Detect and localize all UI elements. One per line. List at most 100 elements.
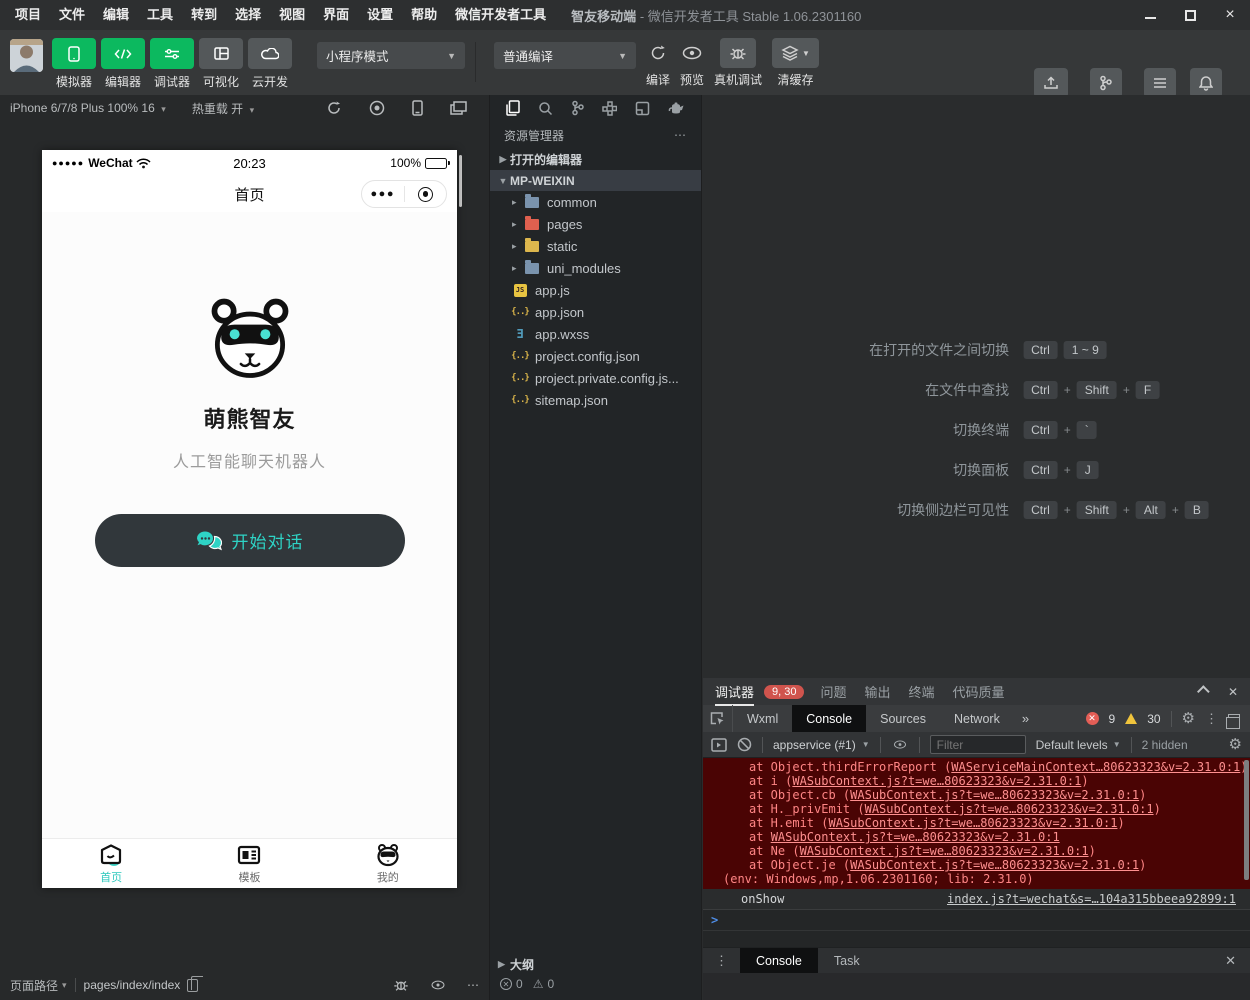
device-select[interactable]: iPhone 6/7/8 Plus 100% 16 ▾ bbox=[10, 101, 166, 115]
mode-select[interactable]: 小程序模式 ▼ bbox=[317, 42, 465, 69]
source-link[interactable]: WASubContext.js?t=we…80623323&v=2.31.0:1 bbox=[865, 802, 1154, 816]
tab-mine[interactable]: 我的 bbox=[319, 839, 457, 888]
settings-gear-icon[interactable]: ⚙ bbox=[1182, 711, 1195, 726]
clear-cache-button[interactable]: ▼ 清缓存 bbox=[772, 30, 819, 88]
tab-problems[interactable]: 问题 bbox=[820, 682, 846, 701]
visualization-toggle-button[interactable]: 可视化 bbox=[197, 38, 245, 90]
debugger-toggle-button[interactable]: 调试器 bbox=[148, 38, 196, 90]
top-frame-icon[interactable] bbox=[711, 738, 727, 752]
tree-item[interactable]: ▸ pages bbox=[490, 213, 701, 235]
maximize-button[interactable] bbox=[1170, 0, 1210, 30]
console-settings-icon[interactable]: ⚙ bbox=[1229, 737, 1242, 752]
menu-item[interactable]: 帮助 bbox=[402, 0, 446, 30]
more-menu-button[interactable]: ●●● bbox=[362, 188, 404, 200]
menu-item[interactable]: 界面 bbox=[314, 0, 358, 30]
tab-console[interactable]: Console bbox=[792, 705, 866, 732]
tab-sources[interactable]: Sources bbox=[866, 705, 940, 732]
multi-window-icon[interactable] bbox=[450, 101, 467, 115]
source-link[interactable]: WASubContext.js?t=we…80623323&v=2.31.0:1 bbox=[850, 788, 1139, 802]
extensions-icon[interactable] bbox=[602, 101, 617, 116]
tree-item[interactable]: {..} sitemap.json bbox=[490, 389, 701, 411]
tab-template[interactable]: 模板 bbox=[180, 839, 318, 888]
menu-item[interactable]: 编辑 bbox=[94, 0, 138, 30]
undock-icon[interactable] bbox=[1228, 714, 1240, 724]
drawer-tab-console[interactable]: Console bbox=[740, 948, 818, 973]
tab-network[interactable]: Network bbox=[940, 705, 1014, 732]
simulator-scrollbar[interactable] bbox=[459, 155, 462, 207]
execution-context-select[interactable]: appservice (#1) ▼ bbox=[773, 738, 870, 752]
menu-item[interactable]: 工具 bbox=[138, 0, 182, 30]
menu-item[interactable]: 选择 bbox=[226, 0, 270, 30]
tab-terminal[interactable]: 终端 bbox=[909, 682, 935, 701]
record-icon[interactable] bbox=[369, 100, 385, 116]
menu-item[interactable]: 设置 bbox=[358, 0, 402, 30]
simulator-toggle-button[interactable]: 模拟器 bbox=[50, 38, 98, 90]
source-link[interactable]: WASubContext.js?t=we…80623323&v=2.31.0:1 bbox=[800, 844, 1089, 858]
tab-wxml[interactable]: Wxml bbox=[733, 705, 792, 732]
device-debug-button[interactable]: 真机调试 bbox=[714, 30, 762, 88]
eye-icon[interactable] bbox=[429, 978, 447, 992]
snippets-icon[interactable] bbox=[635, 101, 650, 116]
tree-item[interactable]: ▸ common bbox=[490, 191, 701, 213]
source-link[interactable]: WASubContext.js?t=we…80623323&v=2.31.0:1 bbox=[850, 858, 1139, 872]
compile-mode-select[interactable]: 普通编译 ▼ bbox=[494, 42, 636, 69]
search-icon[interactable] bbox=[538, 101, 553, 116]
console-prompt[interactable]: > bbox=[703, 910, 1250, 931]
teapot-icon[interactable] bbox=[668, 102, 685, 115]
hot-reload-toggle[interactable]: 热重载 开 ▾ bbox=[192, 100, 254, 117]
menu-item[interactable]: 转到 bbox=[182, 0, 226, 30]
warning-count-icon[interactable] bbox=[1125, 713, 1137, 724]
inspect-element-icon[interactable] bbox=[703, 705, 733, 732]
device-frame-icon[interactable] bbox=[412, 100, 423, 116]
kebab-menu-icon[interactable]: ⋮ bbox=[1205, 711, 1218, 727]
avatar[interactable] bbox=[10, 39, 43, 72]
rotate-icon[interactable] bbox=[326, 100, 342, 116]
more-tabs-icon[interactable]: » bbox=[1014, 711, 1037, 726]
kebab-menu-icon[interactable]: ⋮ bbox=[703, 953, 740, 969]
tree-item[interactable]: {..} app.json bbox=[490, 301, 701, 323]
log-levels-select[interactable]: Default levels ▼ bbox=[1036, 738, 1121, 752]
files-icon[interactable] bbox=[506, 100, 520, 116]
tree-item[interactable]: {..} project.private.config.js... bbox=[490, 367, 701, 389]
tab-code-quality[interactable]: 代码质量 bbox=[953, 682, 1005, 701]
source-link[interactable]: WASubContext.js?t=we…80623323&v=2.31.0:1 bbox=[792, 774, 1081, 788]
minimize-button[interactable] bbox=[1130, 0, 1170, 30]
tree-item[interactable]: {..} project.config.json bbox=[490, 345, 701, 367]
start-chat-button[interactable]: 开始对话 bbox=[95, 514, 405, 567]
error-count-icon[interactable]: ✕ bbox=[1086, 712, 1099, 725]
tab-output[interactable]: 输出 bbox=[865, 682, 891, 701]
menu-item[interactable]: 微信开发者工具 bbox=[446, 0, 555, 30]
tab-debugger[interactable]: 调试器 bbox=[715, 682, 754, 706]
compile-button[interactable]: 编译 bbox=[646, 30, 670, 88]
page-path-label[interactable]: 页面路径 bbox=[10, 977, 58, 994]
preview-button[interactable]: 预览 bbox=[680, 30, 704, 88]
outline-section[interactable]: ▶ 大纲 bbox=[490, 954, 701, 974]
close-drawer-icon[interactable]: ✕ bbox=[1225, 953, 1250, 969]
source-link[interactable]: WASubContext.js?t=we…80623323&v=2.31.0:1 bbox=[771, 830, 1060, 844]
close-button[interactable]: × bbox=[1210, 0, 1250, 30]
eye-icon[interactable] bbox=[891, 738, 909, 751]
tree-item[interactable]: ▸ static bbox=[490, 235, 701, 257]
project-root-section[interactable]: ▼ MP-WEIXIN bbox=[490, 170, 701, 191]
drawer-tab-task[interactable]: Task bbox=[818, 948, 876, 973]
tree-item[interactable]: ▸ uni_modules bbox=[490, 257, 701, 279]
tree-item[interactable]: Ǝ app.wxss bbox=[490, 323, 701, 345]
copy-icon[interactable] bbox=[187, 979, 198, 992]
open-editors-section[interactable]: ▶ 打开的编辑器 bbox=[490, 149, 701, 170]
menu-item[interactable]: 文件 bbox=[50, 0, 94, 30]
source-control-icon[interactable] bbox=[571, 100, 585, 116]
tab-home[interactable]: 首页 bbox=[42, 839, 180, 888]
console-scrollbar[interactable] bbox=[1244, 760, 1249, 880]
source-link[interactable]: WASubContext.js?t=we…80623323&v=2.31.0:1 bbox=[828, 816, 1117, 830]
cloud-dev-button[interactable]: 云开发 bbox=[246, 38, 294, 90]
exit-miniprogram-button[interactable] bbox=[405, 187, 447, 202]
console-filter-input[interactable] bbox=[930, 735, 1026, 754]
source-link[interactable]: index.js?t=wechat&s=…104a315bbeea92899:1 bbox=[947, 892, 1236, 906]
close-panel-icon[interactable]: ✕ bbox=[1228, 685, 1238, 699]
more-actions-icon[interactable]: ⋯ bbox=[674, 128, 687, 142]
editor-toggle-button[interactable]: 编辑器 bbox=[99, 38, 147, 90]
collapse-panel-icon[interactable] bbox=[1197, 685, 1210, 698]
source-link[interactable]: WAServiceMainContext…80623323&v=2.31.0:1 bbox=[951, 760, 1240, 774]
menu-item[interactable]: 视图 bbox=[270, 0, 314, 30]
clear-console-icon[interactable] bbox=[737, 737, 752, 752]
